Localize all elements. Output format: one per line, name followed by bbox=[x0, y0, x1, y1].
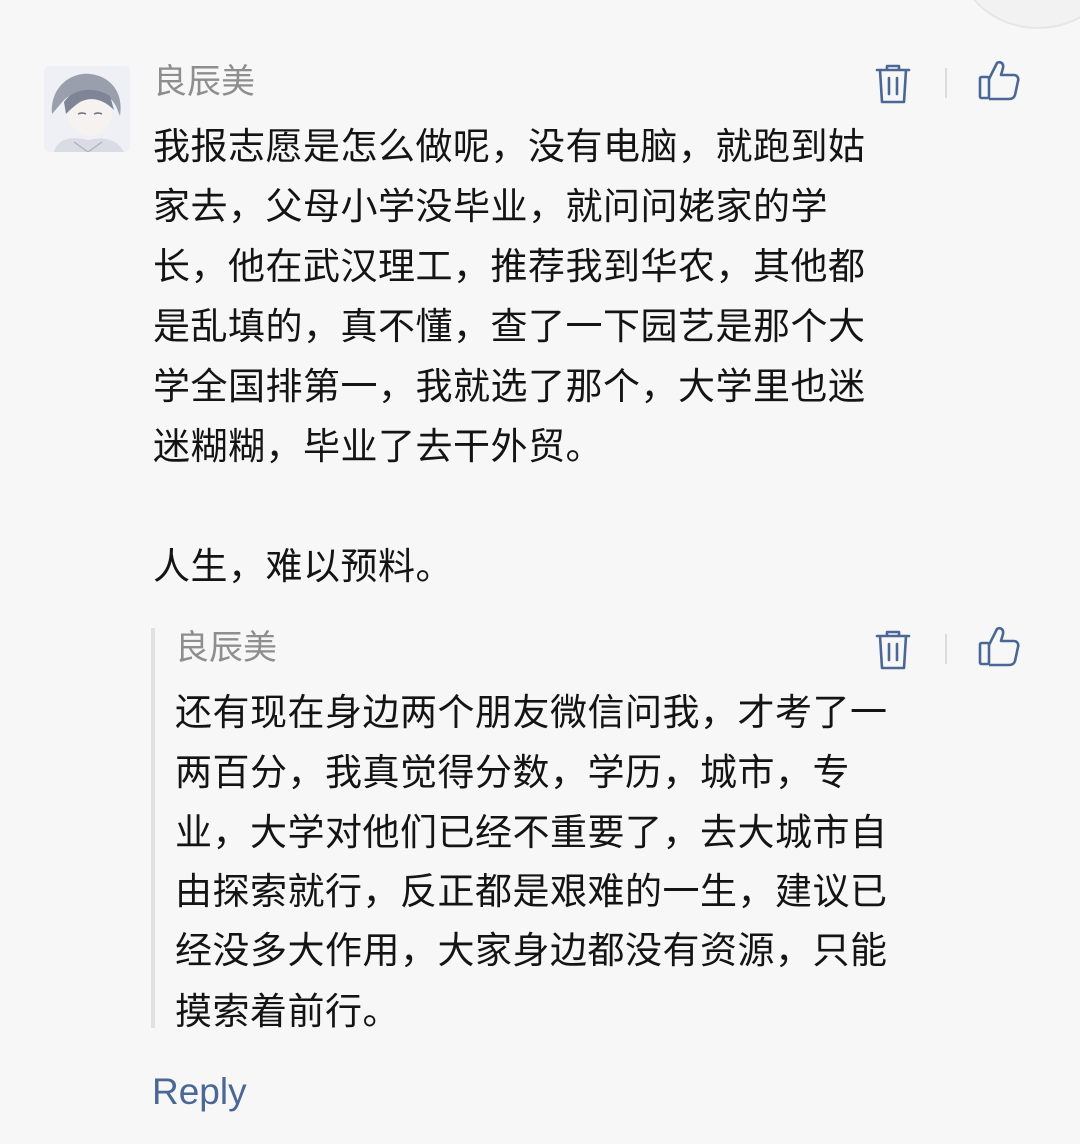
trash-icon[interactable] bbox=[869, 60, 917, 108]
reply-quote-bar bbox=[151, 628, 155, 1028]
thumbs-up-icon[interactable] bbox=[975, 56, 1023, 104]
reply-author: 良辰美 bbox=[175, 628, 277, 668]
reply-line: 两百分，我真觉得分数，学历，城市，专 bbox=[175, 751, 850, 794]
comment-line: 长，他在武汉理工，推荐我到华农，其他都 bbox=[153, 245, 866, 288]
reply-line: 业，大学对他们已经不重要了，去大城市自 bbox=[175, 811, 888, 854]
comment-author: 良辰美 bbox=[153, 62, 255, 102]
action-divider bbox=[945, 68, 947, 98]
reply-link[interactable]: Reply bbox=[152, 1068, 247, 1116]
trash-icon[interactable] bbox=[869, 626, 917, 674]
reply-line: 还有现在身边两个朋友微信问我，才考了一 bbox=[175, 691, 888, 734]
comment-line: 迷糊糊，毕业了去干外贸。 bbox=[153, 425, 603, 468]
avatar[interactable] bbox=[44, 66, 130, 152]
action-divider bbox=[945, 634, 947, 664]
comment-line: 我报志愿是怎么做呢，没有电脑，就跑到姑 bbox=[153, 125, 866, 168]
comment-line: 学全国排第一，我就选了那个，大学里也迷 bbox=[153, 365, 866, 408]
reply-line: 由探索就行，反正都是艰难的一生，建议已 bbox=[175, 870, 888, 913]
reply-line: 经没多大作用，大家身边都没有资源，只能 bbox=[175, 929, 888, 972]
comment-line: 家去，父母小学没毕业，就问问姥家的学 bbox=[153, 185, 828, 228]
reply-line: 摸索着前行。 bbox=[175, 990, 400, 1033]
comment-line: 人生，难以预料。 bbox=[153, 545, 453, 588]
corner-decoration bbox=[956, 0, 1080, 29]
thumbs-up-icon[interactable] bbox=[975, 622, 1023, 670]
comment-line: 是乱填的，真不懂，查了一下园艺是那个大 bbox=[153, 305, 866, 348]
